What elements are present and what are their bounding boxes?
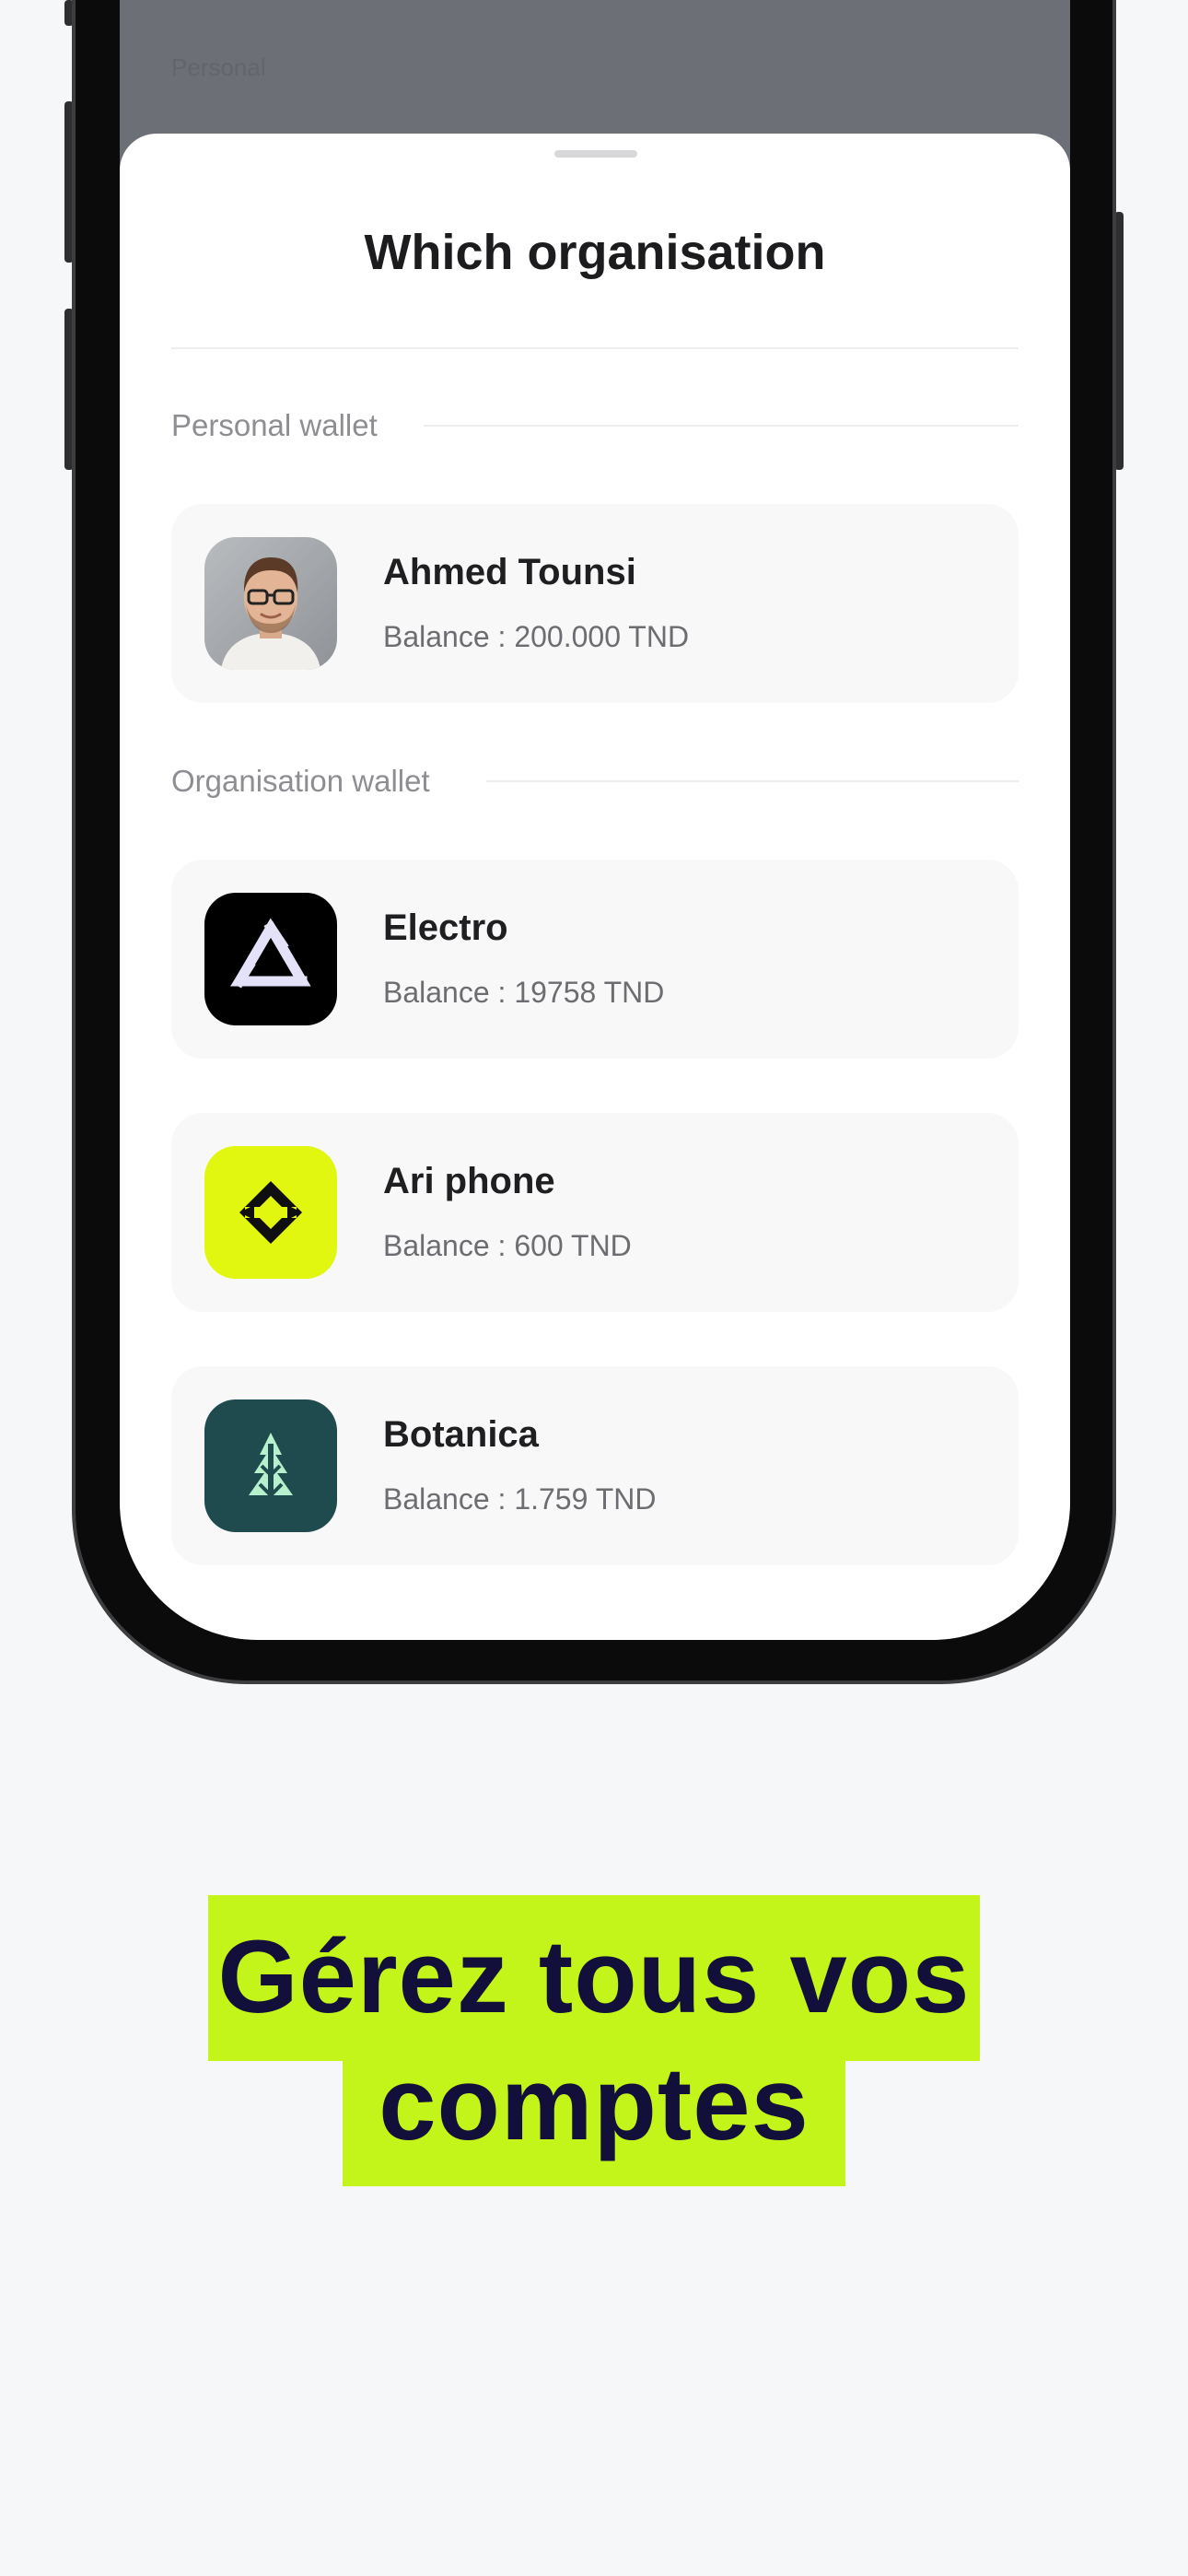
sheet-title: Which organisation (364, 225, 826, 280)
title-divider (171, 347, 1019, 349)
phone-screen: Personal Which organisation Personal wal… (120, 0, 1070, 1640)
wallet-card-ari-phone[interactable]: Ari phone Balance : 600 TND (171, 1113, 1019, 1312)
headline-line1: Gérez tous vos (217, 1919, 971, 2034)
wallet-balance: Balance : 600 TND (383, 1229, 632, 1262)
wallet-card-electro[interactable]: Electro Balance : 19758 TND (171, 860, 1019, 1059)
wallet-card-botanica[interactable]: Botanica Balance : 1.759 TND (171, 1366, 1019, 1565)
wallet-name: Botanica (383, 1414, 539, 1455)
organisation-section-divider (486, 780, 1019, 782)
ari-phone-logo-icon (204, 1146, 337, 1279)
user-avatar (204, 537, 337, 670)
botanica-logo-icon (204, 1399, 337, 1532)
organisation-bottom-sheet: Which organisation Personal wallet Ahmed… (120, 134, 1070, 1640)
wallet-name: Electro (383, 907, 508, 948)
sheet-drag-handle[interactable] (554, 150, 637, 158)
wallet-balance: Balance : 1.759 TND (383, 1482, 657, 1516)
personal-section-divider (424, 425, 1019, 427)
electro-logo-icon (204, 893, 337, 1025)
wallet-name: Ari phone (383, 1161, 555, 1201)
organisation-wallet-section-label: Organisation wallet (171, 764, 430, 798)
wallet-balance: Balance : 19758 TND (383, 976, 665, 1009)
wallet-balance: Balance : 200.000 TND (383, 620, 690, 653)
user-avatar-icon (204, 537, 337, 670)
headline-line2: comptes (379, 2046, 809, 2161)
wallet-name: Ahmed Tounsi (383, 552, 636, 592)
personal-wallet-card[interactable]: Ahmed Tounsi Balance : 200.000 TND (171, 504, 1019, 703)
personal-wallet-section-label: Personal wallet (171, 408, 378, 442)
background-section-label: Personal (171, 53, 266, 81)
